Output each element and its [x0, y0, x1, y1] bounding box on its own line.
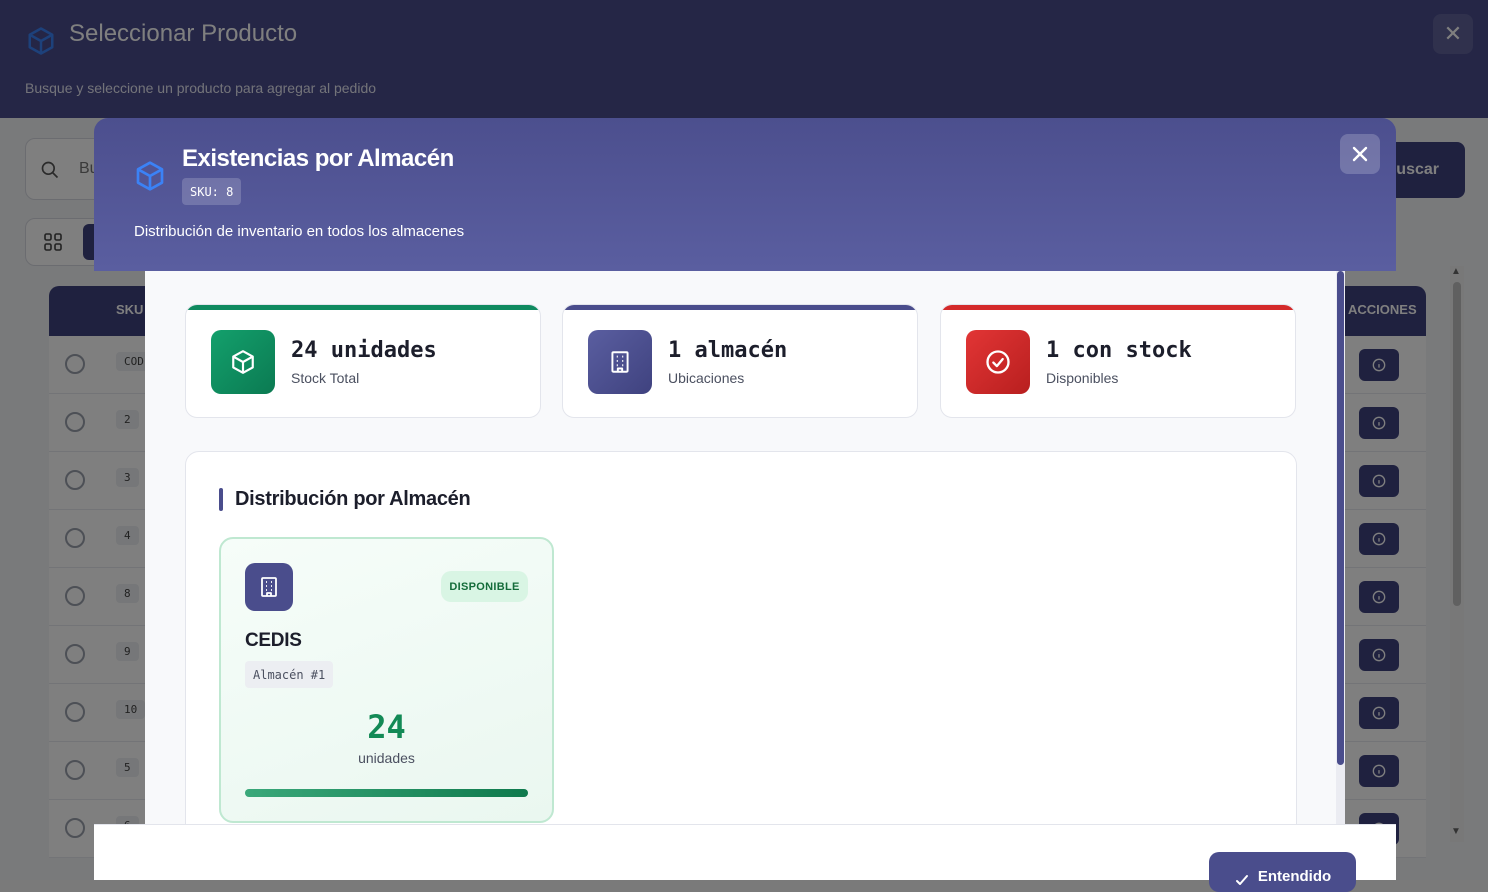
stock-modal-subtitle: Distribución de inventario en todos los … — [134, 223, 465, 240]
stock-modal-footer — [94, 824, 1396, 880]
stat-card-accent — [941, 305, 1295, 310]
stat-card-accent — [563, 305, 917, 310]
check-circle-icon — [986, 350, 1010, 374]
stat-value: 1 almacén — [668, 338, 788, 363]
status-badge: DISPONIBLE — [441, 571, 528, 602]
sku-badge: SKU: 8 — [182, 178, 242, 205]
stock-progress-fill — [245, 789, 528, 797]
warehouse-icon-tile — [245, 563, 293, 611]
modal-scrollbar-thumb[interactable] — [1337, 271, 1344, 765]
cube-icon — [136, 161, 164, 191]
stat-card-available: 1 con stock Disponibles — [940, 304, 1296, 418]
stat-label: Disponibles — [1046, 370, 1119, 386]
stock-modal-title: Existencias por Almacén — [182, 145, 454, 172]
warehouse-name: CEDIS — [245, 630, 302, 651]
ok-button-label: Entendido — [1257, 868, 1332, 885]
warehouse-unit: unidades — [358, 750, 415, 766]
stock-modal-close-button[interactable] — [1340, 134, 1380, 174]
ok-button[interactable]: Entendido — [1209, 852, 1356, 892]
stat-value: 24 unidades — [291, 338, 437, 363]
stat-icon-building — [588, 330, 652, 394]
building-icon — [611, 351, 629, 373]
warehouse-quantity: 24 — [367, 708, 406, 746]
building-icon — [261, 577, 277, 597]
stat-card-accent — [186, 305, 540, 310]
stat-label: Stock Total — [291, 370, 360, 386]
stat-card-total-stock: 24 unidades Stock Total — [185, 304, 541, 418]
stat-value: 1 con stock — [1046, 338, 1192, 363]
stat-card-locations: 1 almacén Ubicaciones — [562, 304, 918, 418]
stat-label: Ubicaciones — [668, 370, 745, 386]
close-icon — [1352, 146, 1368, 162]
stat-icon-box — [211, 330, 275, 394]
warehouse-code: Almacén #1 — [245, 661, 334, 688]
box-icon — [232, 350, 254, 374]
stock-modal-header — [94, 118, 1396, 271]
check-icon — [1235, 875, 1248, 885]
distribution-title: Distribución por Almacén — [235, 488, 471, 510]
section-accent — [219, 488, 223, 511]
stat-icon-check — [966, 330, 1030, 394]
